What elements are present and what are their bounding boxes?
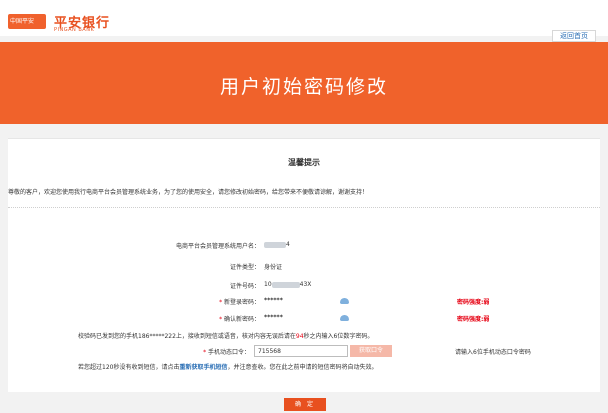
new-password-label-text: 新登录密码： [223,299,260,306]
sms-notice-text: 校验码已发到您的手机186*****222上，接收到短信或语音，核对内容无误后请… [78,333,296,340]
resend-notice-text: ，并注意查收。您在此之前申请的短信密码将自动失效。 [227,364,378,371]
page-banner: 用户初始密码修改 [0,42,608,124]
divider [8,207,600,208]
home-button[interactable]: 返回首页 [552,30,596,42]
id-number-label: 证件号码： [229,283,260,290]
resend-notice: 若您超过120秒没有收到短信，请点击重新获取手机短信，并注意查收。您在此之前申请… [78,362,377,371]
password-strength: 密码强度:弱 [457,299,490,306]
new-password-label: * 新登录密码： [219,299,260,306]
confirm-password-input[interactable]: ****** [264,314,283,321]
masked-text [271,281,300,288]
confirm-password-label: * 确认新密码： [219,316,260,323]
username-suffix: 4 [286,241,290,248]
sms-code-label-text: 手机动态口令： [207,349,250,356]
sms-code-hint: 请输入6位手机动态口令密码 [455,349,531,356]
brand-name-en: PINGAN BANK [54,27,95,33]
cloud-icon [340,298,349,304]
resend-notice-text: 若您超过120秒没有收到短信，请点击 [78,364,180,371]
sms-code-input[interactable] [254,345,348,357]
id-type-value: 身份证 [264,264,283,271]
username-label: 电商平台会员管理系统用户名： [175,243,260,250]
notice-title: 温馨提示 [288,158,320,167]
id-type-label: 证件类型： [229,264,260,271]
username-value: 4 [264,241,290,248]
id-number-suffix: 43X [299,281,312,288]
top-bar: 中国平安 平安银行 PINGAN BANK [0,0,608,36]
confirm-password-label-text: 确认新密码： [223,316,260,323]
pingan-logo: 中国平安 [8,14,46,29]
sms-notice: 校验码已发到您的手机186*****222上，接收到短信或语音，核对内容无误后请… [78,331,373,340]
sms-code-label: * 手机动态口令： [203,349,250,356]
resend-sms-link[interactable]: 重新获取手机短信 [179,364,227,371]
notice-text: 尊敬的客户，欢迎您使用我行电商平台会员管理系统业务，为了您的使用安全，请您修改初… [8,189,369,196]
countdown-seconds: 94 [295,333,304,340]
masked-text [264,241,286,248]
page-title: 用户初始密码修改 [219,76,388,98]
logo-text: 中国平安 [10,18,35,25]
id-number-prefix: 10 [264,281,272,288]
cloud-icon [340,315,349,321]
get-code-button[interactable]: 获取口令 [350,345,392,357]
password-strength: 密码强度:弱 [457,316,490,323]
confirm-button[interactable]: 确 定 [284,398,326,411]
sms-notice-text: 秒之内输入6位数字密码。 [303,333,374,340]
new-password-input[interactable]: ****** [264,297,283,304]
id-number-value: 10 43X [264,281,311,288]
